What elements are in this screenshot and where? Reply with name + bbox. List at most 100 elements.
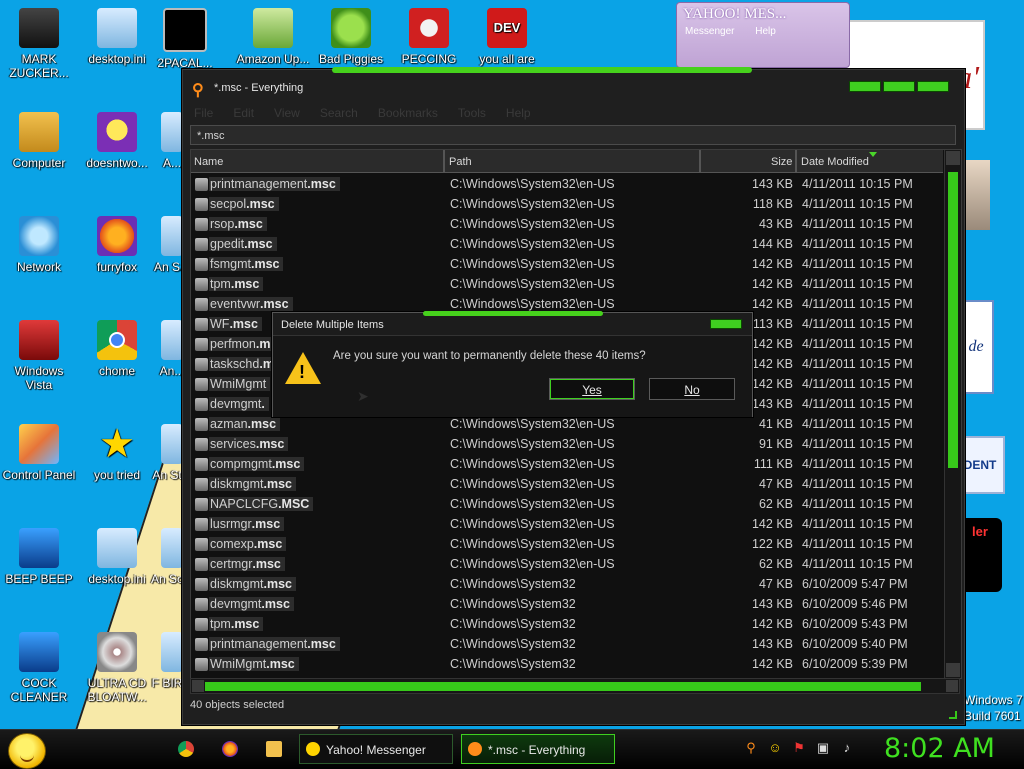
desktop-icon-recycle-bin[interactable]: Windows Vista	[0, 320, 78, 392]
table-row[interactable]: tpm.msc C:\Windows\System32 142 KB 6/10/200…	[191, 614, 943, 634]
desktop-icon-beep-beep[interactable]: BEEP BEEP	[0, 528, 78, 586]
column-separator[interactable]	[795, 150, 797, 172]
row-path: C:\Windows\System32\en-US	[450, 497, 615, 511]
desktop-icon-network[interactable]: Network	[0, 216, 78, 274]
table-row[interactable]: azman.msc C:\Windows\System32\en-US 41 KB 4…	[191, 414, 943, 434]
table-row[interactable]: tpm.msc C:\Windows\System32\en-US 142 KB 4/…	[191, 274, 943, 294]
row-date: 4/11/2011 10:15 PM	[802, 457, 913, 471]
maximize-button[interactable]	[883, 81, 915, 92]
horizontal-scroll-thumb[interactable]	[205, 682, 921, 691]
menu-tools[interactable]: Tools	[458, 106, 486, 120]
folder-icon[interactable]	[266, 741, 282, 757]
menu-edit[interactable]: Edit	[233, 106, 254, 120]
vertical-scrollbar[interactable]	[944, 150, 961, 678]
table-row[interactable]: services.msc C:\Windows\System32\en-US 91 …	[191, 434, 943, 454]
row-size: 62 KB	[758, 557, 793, 571]
table-row[interactable]: gpedit.msc C:\Windows\System32\en-US 144 K…	[191, 234, 943, 254]
table-row[interactable]: certmgr.msc C:\Windows\System32\en-US 62 K…	[191, 554, 943, 574]
vertical-scroll-thumb[interactable]	[948, 172, 958, 468]
row-filename-base: WmiMgmt	[210, 657, 267, 671]
table-row[interactable]: NAPCLCFG.MSC C:\Windows\System32\en-US 62 …	[191, 494, 943, 514]
resize-grip[interactable]	[949, 711, 957, 719]
volume-icon[interactable]: ♪	[840, 741, 854, 755]
column-separator[interactable]	[699, 150, 701, 172]
table-row[interactable]: printmanagement.msc C:\Windows\System32 14…	[191, 634, 943, 654]
desktop-icon-desktop-ini[interactable]: desktop.ini	[78, 8, 156, 66]
row-filename: azman.msc	[209, 417, 281, 431]
desktop-icon-2pacal[interactable]: 2PACAL...	[150, 8, 220, 70]
desktop-icon-chome[interactable]: chome	[78, 320, 156, 378]
row-filename-base: compmgmt	[210, 457, 272, 471]
menu-search[interactable]: Search	[320, 106, 358, 120]
column-header-name[interactable]: Name	[194, 156, 223, 168]
table-row[interactable]: lusrmgr.msc C:\Windows\System32\en-US 142 …	[191, 514, 943, 534]
yahoo-messenger-window[interactable]: YAHOO! MES... Messenger Help	[676, 2, 850, 68]
table-row[interactable]: devmgmt.msc C:\Windows\System32 143 KB 6/10…	[191, 594, 943, 614]
desktop-icon-computer[interactable]: Computer	[0, 112, 78, 170]
column-header-size[interactable]: Size	[771, 156, 792, 168]
minimize-button[interactable]	[849, 81, 881, 92]
desktop-icon-ultra-cd[interactable]: ULTRA CD BLOATW...	[78, 632, 156, 704]
row-size: 142 KB	[751, 517, 793, 531]
menu-bookmarks[interactable]: Bookmarks	[378, 106, 438, 120]
column-header-date[interactable]: Date Modified	[801, 156, 869, 168]
table-row[interactable]: diskmgmt.msc C:\Windows\System32 47 KB 6/10…	[191, 574, 943, 594]
taskbar-clock[interactable]: 8:02 AM	[884, 734, 995, 764]
window-titlebar[interactable]: ⚲ *.msc - Everything	[182, 69, 965, 105]
windows-build-watermark: Windows 7 Build 7601	[964, 693, 1023, 723]
horizontal-scrollbar[interactable]	[190, 678, 960, 694]
desktop-icon-mark-zucker[interactable]: MARK ZUCKER...	[0, 8, 78, 80]
close-button[interactable]	[917, 81, 949, 92]
desktop-icon-furryfox[interactable]: furryfox	[78, 216, 156, 274]
table-row[interactable]: rsop.msc C:\Windows\System32\en-US 43 KB 4/…	[191, 214, 943, 234]
chrome-icon[interactable]	[178, 741, 194, 757]
start-button[interactable]	[8, 733, 46, 769]
desktop-icon-desktop-ini-2[interactable]: desktop.ini	[78, 528, 156, 586]
taskbar-item-everything[interactable]: *.msc - Everything	[461, 734, 615, 764]
table-row[interactable]: secpol.msc C:\Windows\System32\en-US 118 K…	[191, 194, 943, 214]
yes-button[interactable]: Yes	[549, 378, 635, 400]
delete-confirm-dialog[interactable]: Delete Multiple Items ! Are you sure you…	[272, 311, 753, 417]
desktop-icon-peccing[interactable]: PECCING	[390, 8, 468, 66]
network-icon[interactable]: ▣	[816, 741, 830, 755]
scroll-right-button[interactable]	[946, 680, 958, 692]
desktop-icon-control-panel[interactable]: Control Panel	[0, 424, 78, 482]
table-row[interactable]: comexp.msc C:\Windows\System32\en-US 122 K…	[191, 534, 943, 554]
column-separator[interactable]	[443, 150, 445, 172]
row-filename-base: diskmgmt	[210, 577, 264, 591]
search-icon[interactable]: ⚲	[744, 741, 758, 755]
search-input[interactable]: *.msc	[190, 125, 956, 145]
desktop-icon-doesntwo[interactable]: doesntwo...	[78, 112, 156, 170]
menu-help[interactable]: Help	[506, 106, 531, 120]
msc-file-icon	[195, 438, 208, 451]
desktop-icon-you-tried[interactable]: ★ you tried	[78, 424, 156, 482]
firefox-icon[interactable]	[222, 741, 238, 757]
table-row[interactable]: fsmgmt.msc C:\Windows\System32\en-US 142 K…	[191, 254, 943, 274]
menu-view[interactable]: View	[274, 106, 300, 120]
desktop-icon-bad-piggies[interactable]: Bad Piggies	[312, 8, 390, 66]
row-filename: diskmgmt.msc	[209, 477, 296, 491]
status-bar-text: 40 objects selected	[190, 699, 285, 711]
table-row[interactable]: compmgmt.msc C:\Windows\System32\en-US 111…	[191, 454, 943, 474]
row-filename-ext: .msc	[246, 197, 275, 211]
desktop-icon-amazon[interactable]: Amazon Up...	[234, 8, 312, 66]
msc-file-icon	[195, 658, 208, 671]
menu-file[interactable]: File	[194, 106, 213, 120]
table-row[interactable]: diskmgmt.msc C:\Windows\System32\en-US 47 …	[191, 474, 943, 494]
scroll-up-button[interactable]	[946, 151, 960, 165]
column-header-path[interactable]: Path	[449, 156, 472, 168]
flag-icon[interactable]: ⚑	[792, 741, 806, 755]
table-row[interactable]: WmiMgmt.msc C:\Windows\System32 142 KB 6/10…	[191, 654, 943, 674]
row-size: 122 KB	[751, 537, 793, 551]
yahoo-window-menu[interactable]: Messenger Help	[677, 26, 849, 37]
recycle-bin-icon	[19, 320, 59, 360]
scroll-left-button[interactable]	[192, 680, 204, 692]
taskbar-item-yahoo-messenger[interactable]: Yahoo! Messenger	[299, 734, 453, 764]
dialog-close-button[interactable]	[710, 319, 742, 329]
table-row[interactable]: printmanagement.msc C:\Windows\System32\e…	[191, 174, 943, 194]
desktop-icon-you-all-are[interactable]: DEV you all are	[468, 8, 546, 66]
scroll-down-button[interactable]	[946, 663, 960, 677]
no-button[interactable]: No	[649, 378, 735, 400]
yahoo-smiley-icon[interactable]: ☺	[768, 741, 782, 755]
desktop-icon-cock-cleaner[interactable]: COCK CLEANER	[0, 632, 78, 704]
